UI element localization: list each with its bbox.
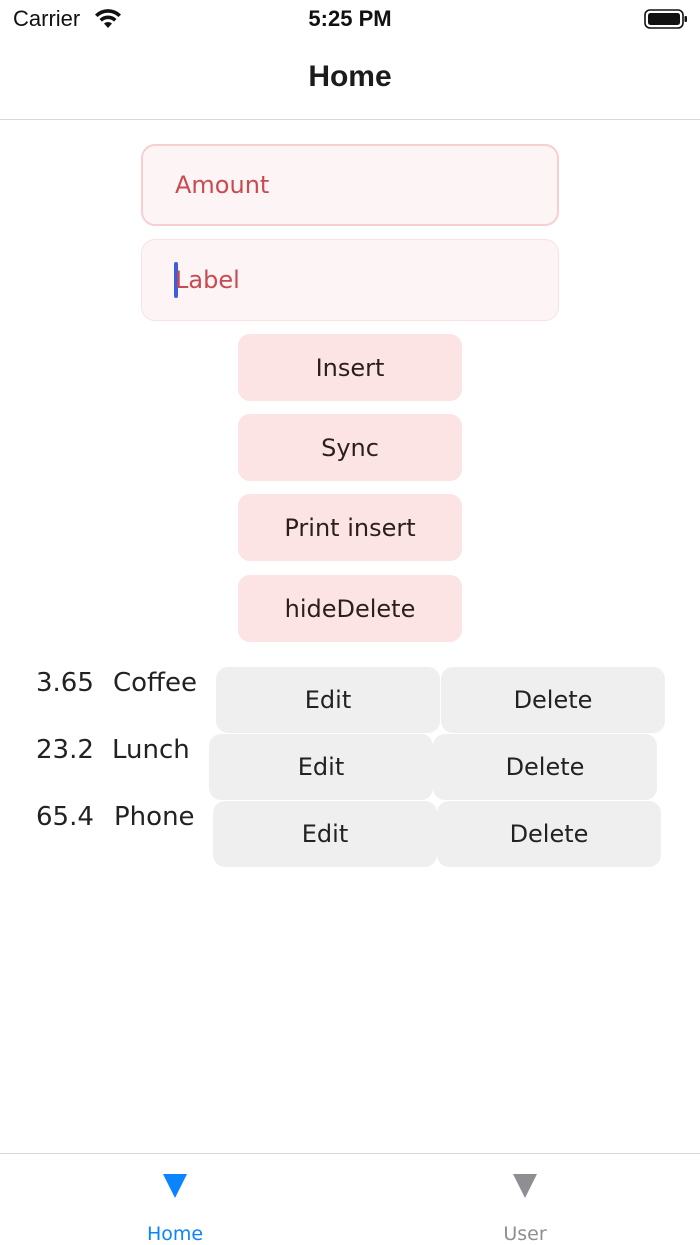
amount-input[interactable]: Amount <box>141 144 559 226</box>
page-title: Home <box>308 60 392 93</box>
amount-placeholder: Amount <box>175 171 270 199</box>
triangle-down-icon <box>163 1174 187 1198</box>
tab-home-label: Home <box>146 1223 204 1245</box>
edit-button[interactable]: Edit <box>213 801 437 867</box>
entry-label: Lunch <box>112 735 190 765</box>
entry-label: Coffee <box>113 668 197 698</box>
delete-button[interactable]: Delete <box>437 801 661 867</box>
tab-user[interactable]: User <box>350 1154 700 1245</box>
tab-bar: Home User <box>0 1153 700 1245</box>
hide-delete-button[interactable]: hideDelete <box>238 575 462 642</box>
entry-amount: 23.2 <box>36 735 94 765</box>
entry-label: Phone <box>114 802 195 832</box>
status-time: 5:25 PM <box>308 6 392 31</box>
tab-user-label: User <box>503 1223 547 1245</box>
label-input[interactable]: Label <box>141 239 559 321</box>
status-bar: Carrier 5:25 PM <box>0 0 700 40</box>
delete-button[interactable]: Delete <box>441 667 665 733</box>
entry-amount: 3.65 <box>36 668 94 698</box>
delete-button[interactable]: Delete <box>433 734 657 800</box>
print-insert-button[interactable]: Print insert <box>238 494 462 561</box>
edit-button[interactable]: Edit <box>209 734 433 800</box>
tab-home[interactable]: Home <box>0 1154 350 1245</box>
edit-button[interactable]: Edit <box>216 667 440 733</box>
navigation-bar: Home <box>0 40 700 120</box>
label-placeholder: Label <box>175 266 240 294</box>
sync-button[interactable]: Sync <box>238 414 462 481</box>
entry-amount: 65.4 <box>36 802 94 832</box>
battery-icon <box>644 9 687 29</box>
triangle-down-icon <box>513 1174 537 1198</box>
insert-button[interactable]: Insert <box>238 334 462 401</box>
screen: Carrier 5:25 PM Home Amount Label Insert… <box>0 0 700 1245</box>
